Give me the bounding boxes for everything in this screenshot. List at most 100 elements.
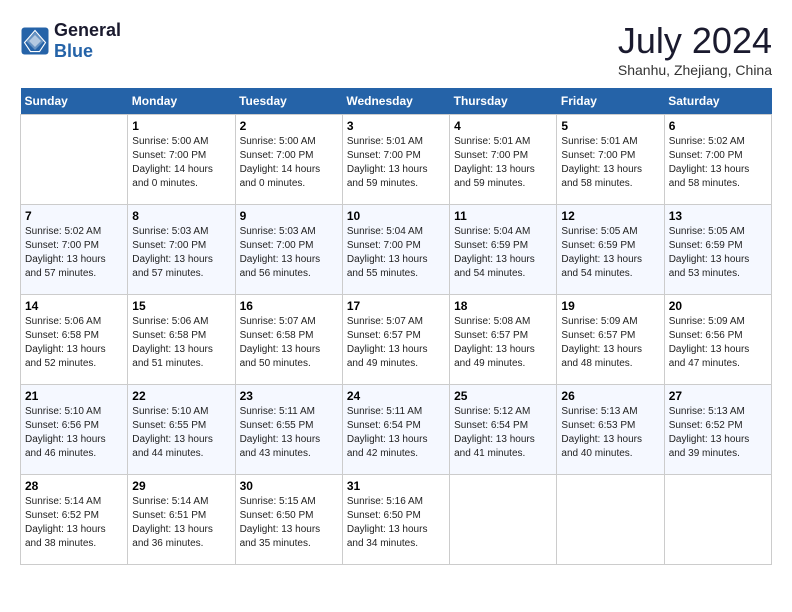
calendar-day-cell: 21 Sunrise: 5:10 AMSunset: 6:56 PMDayligh… bbox=[21, 385, 128, 475]
day-number: 26 bbox=[561, 389, 659, 403]
title-section: July 2024 Shanhu, Zhejiang, China bbox=[618, 20, 772, 78]
day-number: 10 bbox=[347, 209, 445, 223]
weekday-header: Wednesday bbox=[342, 88, 449, 115]
day-number: 11 bbox=[454, 209, 552, 223]
day-info: Sunrise: 5:06 AMSunset: 6:58 PMDaylight:… bbox=[25, 315, 123, 371]
day-info: Sunrise: 5:00 AMSunset: 7:00 PMDaylight:… bbox=[240, 135, 338, 191]
weekday-header: Friday bbox=[557, 88, 664, 115]
day-number: 5 bbox=[561, 119, 659, 133]
day-number: 2 bbox=[240, 119, 338, 133]
day-number: 8 bbox=[132, 209, 230, 223]
calendar-day-cell: 7 Sunrise: 5:02 AMSunset: 7:00 PMDaylight… bbox=[21, 205, 128, 295]
day-info: Sunrise: 5:02 AMSunset: 7:00 PMDaylight:… bbox=[25, 225, 123, 281]
calendar-day-cell: 3Sunrise: 5:01 AMSunset: 7:00 PMDaylight… bbox=[342, 115, 449, 205]
calendar-day-cell: 26 Sunrise: 5:13 AMSunset: 6:53 PMDayligh… bbox=[557, 385, 664, 475]
day-number: 27 bbox=[669, 389, 767, 403]
logo-icon bbox=[20, 26, 50, 56]
day-number: 31 bbox=[347, 479, 445, 493]
calendar-week: 1 Sunrise: 5:00 AMSunset: 7:00 PMDaylight… bbox=[21, 115, 772, 205]
day-number: 29 bbox=[132, 479, 230, 493]
day-info: Sunrise: 5:14 AMSunset: 6:51 PMDaylight:… bbox=[132, 495, 230, 551]
day-info: Sunrise: 5:10 AMSunset: 6:55 PMDaylight:… bbox=[132, 405, 230, 461]
day-number: 19 bbox=[561, 299, 659, 313]
weekday-header: Saturday bbox=[664, 88, 771, 115]
day-number: 6 bbox=[669, 119, 767, 133]
day-info: Sunrise: 5:09 AMSunset: 6:56 PMDaylight:… bbox=[669, 315, 767, 371]
calendar-week: 14 Sunrise: 5:06 AMSunset: 6:58 PMDayligh… bbox=[21, 295, 772, 385]
day-number: 14 bbox=[25, 299, 123, 313]
day-number: 16 bbox=[240, 299, 338, 313]
day-number: 25 bbox=[454, 389, 552, 403]
day-info: Sunrise: 5:03 AMSunset: 7:00 PMDaylight:… bbox=[240, 225, 338, 281]
weekday-header: Monday bbox=[128, 88, 235, 115]
day-number: 24 bbox=[347, 389, 445, 403]
day-number: 3 bbox=[347, 119, 445, 133]
day-info: Sunrise: 5:09 AMSunset: 6:57 PMDaylight:… bbox=[561, 315, 659, 371]
calendar-day-cell: 27 Sunrise: 5:13 AMSunset: 6:52 PMDayligh… bbox=[664, 385, 771, 475]
day-number: 17 bbox=[347, 299, 445, 313]
day-info: Sunrise: 5:11 AMSunset: 6:54 PMDaylight:… bbox=[347, 405, 445, 461]
calendar-day-cell: 14 Sunrise: 5:06 AMSunset: 6:58 PMDayligh… bbox=[21, 295, 128, 385]
day-number: 21 bbox=[25, 389, 123, 403]
weekday-header: Tuesday bbox=[235, 88, 342, 115]
day-info: Sunrise: 5:10 AMSunset: 6:56 PMDaylight:… bbox=[25, 405, 123, 461]
day-info: Sunrise: 5:04 AMSunset: 7:00 PMDaylight:… bbox=[347, 225, 445, 281]
day-info: Sunrise: 5:13 AMSunset: 6:52 PMDaylight:… bbox=[669, 405, 767, 461]
day-info: Sunrise: 5:02 AMSunset: 7:00 PMDaylight:… bbox=[669, 135, 767, 191]
calendar-day-cell bbox=[664, 475, 771, 565]
calendar-body: 1 Sunrise: 5:00 AMSunset: 7:00 PMDaylight… bbox=[21, 115, 772, 565]
day-info: Sunrise: 5:06 AMSunset: 6:58 PMDaylight:… bbox=[132, 315, 230, 371]
calendar-day-cell: 29 Sunrise: 5:14 AMSunset: 6:51 PMDayligh… bbox=[128, 475, 235, 565]
calendar-day-cell: 13Sunrise: 5:05 AMSunset: 6:59 PMDayligh… bbox=[664, 205, 771, 295]
calendar-day-cell bbox=[21, 115, 128, 205]
day-number: 1 bbox=[132, 119, 230, 133]
calendar-day-cell: 22Sunrise: 5:10 AMSunset: 6:55 PMDayligh… bbox=[128, 385, 235, 475]
calendar-day-cell: 1 Sunrise: 5:00 AMSunset: 7:00 PMDaylight… bbox=[128, 115, 235, 205]
calendar-day-cell: 31Sunrise: 5:16 AMSunset: 6:50 PMDayligh… bbox=[342, 475, 449, 565]
day-info: Sunrise: 5:01 AMSunset: 7:00 PMDaylight:… bbox=[561, 135, 659, 191]
day-number: 9 bbox=[240, 209, 338, 223]
calendar-table: SundayMondayTuesdayWednesdayThursdayFrid… bbox=[20, 88, 772, 565]
calendar-day-cell: 6 Sunrise: 5:02 AMSunset: 7:00 PMDaylight… bbox=[664, 115, 771, 205]
day-info: Sunrise: 5:04 AMSunset: 6:59 PMDaylight:… bbox=[454, 225, 552, 281]
calendar-day-cell: 17 Sunrise: 5:07 AMSunset: 6:57 PMDayligh… bbox=[342, 295, 449, 385]
day-number: 7 bbox=[25, 209, 123, 223]
day-info: Sunrise: 5:12 AMSunset: 6:54 PMDaylight:… bbox=[454, 405, 552, 461]
calendar-day-cell: 8Sunrise: 5:03 AMSunset: 7:00 PMDaylight… bbox=[128, 205, 235, 295]
location: Shanhu, Zhejiang, China bbox=[618, 62, 772, 78]
calendar-day-cell: 4Sunrise: 5:01 AMSunset: 7:00 PMDaylight… bbox=[450, 115, 557, 205]
day-info: Sunrise: 5:13 AMSunset: 6:53 PMDaylight:… bbox=[561, 405, 659, 461]
calendar-header: SundayMondayTuesdayWednesdayThursdayFrid… bbox=[21, 88, 772, 115]
calendar-day-cell: 16Sunrise: 5:07 AMSunset: 6:58 PMDayligh… bbox=[235, 295, 342, 385]
calendar-day-cell: 10 Sunrise: 5:04 AMSunset: 7:00 PMDayligh… bbox=[342, 205, 449, 295]
day-number: 12 bbox=[561, 209, 659, 223]
day-info: Sunrise: 5:05 AMSunset: 6:59 PMDaylight:… bbox=[561, 225, 659, 281]
logo-text: General Blue bbox=[54, 20, 121, 62]
month-title: July 2024 bbox=[618, 20, 772, 62]
weekday-row: SundayMondayTuesdayWednesdayThursdayFrid… bbox=[21, 88, 772, 115]
calendar-day-cell: 18Sunrise: 5:08 AMSunset: 6:57 PMDayligh… bbox=[450, 295, 557, 385]
day-info: Sunrise: 5:05 AMSunset: 6:59 PMDaylight:… bbox=[669, 225, 767, 281]
calendar-day-cell: 15 Sunrise: 5:06 AMSunset: 6:58 PMDayligh… bbox=[128, 295, 235, 385]
calendar-day-cell: 20Sunrise: 5:09 AMSunset: 6:56 PMDayligh… bbox=[664, 295, 771, 385]
calendar-week: 7 Sunrise: 5:02 AMSunset: 7:00 PMDaylight… bbox=[21, 205, 772, 295]
day-number: 18 bbox=[454, 299, 552, 313]
day-number: 15 bbox=[132, 299, 230, 313]
day-info: Sunrise: 5:07 AMSunset: 6:57 PMDaylight:… bbox=[347, 315, 445, 371]
calendar-day-cell: 30 Sunrise: 5:15 AMSunset: 6:50 PMDayligh… bbox=[235, 475, 342, 565]
calendar-day-cell: 24 Sunrise: 5:11 AMSunset: 6:54 PMDayligh… bbox=[342, 385, 449, 475]
day-info: Sunrise: 5:14 AMSunset: 6:52 PMDaylight:… bbox=[25, 495, 123, 551]
day-info: Sunrise: 5:15 AMSunset: 6:50 PMDaylight:… bbox=[240, 495, 338, 551]
calendar-day-cell: 28 Sunrise: 5:14 AMSunset: 6:52 PMDayligh… bbox=[21, 475, 128, 565]
day-info: Sunrise: 5:00 AMSunset: 7:00 PMDaylight:… bbox=[132, 135, 230, 191]
calendar-day-cell: 9 Sunrise: 5:03 AMSunset: 7:00 PMDaylight… bbox=[235, 205, 342, 295]
day-info: Sunrise: 5:11 AMSunset: 6:55 PMDaylight:… bbox=[240, 405, 338, 461]
day-number: 30 bbox=[240, 479, 338, 493]
day-number: 28 bbox=[25, 479, 123, 493]
weekday-header: Sunday bbox=[21, 88, 128, 115]
day-number: 23 bbox=[240, 389, 338, 403]
calendar-day-cell: 25 Sunrise: 5:12 AMSunset: 6:54 PMDayligh… bbox=[450, 385, 557, 475]
calendar-day-cell bbox=[450, 475, 557, 565]
calendar-week: 28 Sunrise: 5:14 AMSunset: 6:52 PMDayligh… bbox=[21, 475, 772, 565]
calendar-day-cell: 2 Sunrise: 5:00 AMSunset: 7:00 PMDaylight… bbox=[235, 115, 342, 205]
